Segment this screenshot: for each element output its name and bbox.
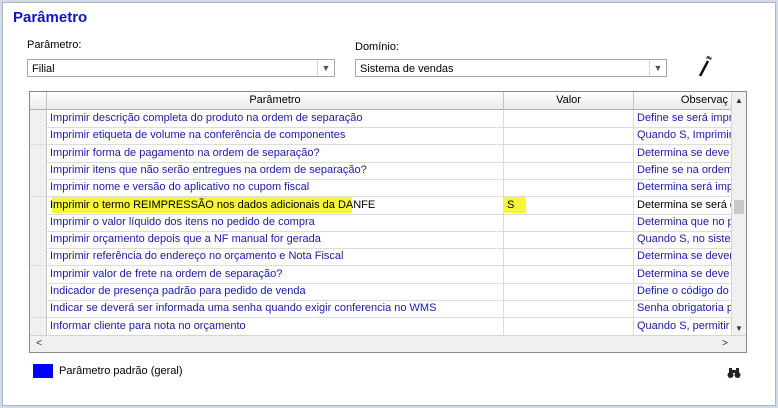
scroll-right-icon[interactable]: > [718,336,732,352]
table-row[interactable]: Imprimir o termo REIMPRESSÃO nos dados a… [30,196,732,215]
table-row[interactable]: Imprimir itens que não serão entregues n… [30,161,732,180]
parametro-select-value: Filial [32,63,55,75]
row-indicator[interactable] [30,144,47,162]
row-indicator[interactable] [30,317,47,335]
row-indicator[interactable] [30,179,47,197]
row-indicator[interactable] [30,265,47,283]
row-indicator-header [30,92,47,109]
parameter-grid[interactable]: Parâmetro Valor Observaç Imprimir descri… [29,91,747,353]
table-row[interactable]: Imprimir referência do endereço no orçam… [30,248,732,267]
legend-color-swatch [33,364,53,378]
cell-parametro[interactable]: Indicar se deverá ser informada uma senh… [47,300,504,318]
vertical-scrollbar[interactable]: ▲ ▼ [731,92,746,336]
table-row[interactable]: Imprimir nome e versão do aplicativo no … [30,179,732,198]
header-observacao[interactable]: Observaç [634,92,732,109]
row-indicator[interactable] [30,213,47,231]
parametro-select[interactable]: Filial ▼ [27,59,335,77]
cell-observacao[interactable]: Determina se deve ser [634,144,732,162]
dominio-select-value: Sistema de vendas [360,63,454,75]
row-indicator[interactable] [30,300,47,318]
table-row[interactable]: Imprimir o valor líquido dos itens no pe… [30,213,732,232]
cell-parametro[interactable]: Informar cliente para nota no orçamento [47,317,504,335]
cell-parametro[interactable]: Imprimir itens que não serão entregues n… [47,161,504,179]
row-indicator[interactable] [30,283,47,300]
chevron-down-icon[interactable]: ▼ [317,60,334,76]
cell-valor[interactable] [504,317,634,335]
cell-observacao[interactable]: Determina se deverá se [634,248,732,266]
table-row[interactable]: Informar cliente para nota no orçamento Q… [30,317,732,336]
table-row[interactable]: Imprimir descrição completa do produto n… [30,110,732,128]
cell-valor[interactable]: S [504,196,634,214]
cell-valor[interactable] [504,265,634,283]
scroll-down-icon[interactable]: ▼ [732,322,746,336]
table-row[interactable]: Imprimir forma de pagamento na ordem de … [30,144,732,163]
cell-parametro[interactable]: Imprimir valor de frete na ordem de sepa… [47,265,504,283]
scroll-up-icon[interactable]: ▲ [732,94,746,108]
cell-parametro[interactable]: Imprimir forma de pagamento na ordem de … [47,144,504,162]
cell-observacao[interactable]: Determina será impress [634,179,732,197]
cell-parametro[interactable]: Indicador de presença padrão para pedido… [47,283,504,300]
cell-valor[interactable] [504,144,634,162]
scroll-thumb[interactable] [734,200,744,214]
row-indicator[interactable] [30,110,47,127]
cell-observacao[interactable]: Determina que no pedic [634,213,732,231]
cell-valor[interactable] [504,248,634,266]
row-indicator[interactable] [30,127,47,145]
cell-observacao[interactable]: Define se na ordem de [634,161,732,179]
cell-observacao[interactable]: Senha obrigatoria para [634,300,732,318]
cell-valor[interactable] [504,213,634,231]
cell-observacao[interactable]: Quando S, permitir info [634,317,732,335]
horizontal-scrollbar[interactable]: < > [30,335,746,352]
cell-observacao[interactable]: Quando S, no sistema [634,231,732,249]
window-frame: Parâmetro Parâmetro: Filial ▼ Domínio: S… [2,2,776,406]
table-row[interactable]: Indicador de presença padrão para pedido… [30,283,732,301]
scroll-left-icon[interactable]: < [32,336,46,352]
header-valor[interactable]: Valor [504,92,634,109]
page-title: Parâmetro [13,9,88,26]
row-indicator[interactable] [30,196,47,214]
row-indicator[interactable] [30,161,47,179]
table-row[interactable]: Imprimir etiqueta de volume na conferênc… [30,127,732,146]
cell-parametro[interactable]: Imprimir etiqueta de volume na conferênc… [47,127,504,145]
cell-valor[interactable] [504,110,634,127]
cell-parametro[interactable]: Imprimir descrição completa do produto n… [47,110,504,127]
cell-observacao[interactable]: Determina se será exib [634,196,732,214]
cell-observacao[interactable]: Determina se deve ser [634,265,732,283]
header-parametro[interactable]: Parâmetro [47,92,504,109]
cell-observacao[interactable]: Quando S, Imprimir etiq [634,127,732,145]
table-row[interactable]: Imprimir orçamento depois que a NF manua… [30,231,732,250]
cell-parametro[interactable]: Imprimir o termo REIMPRESSÃO nos dados a… [47,196,504,214]
grid-header: Parâmetro Valor Observaç [30,92,746,110]
cell-valor[interactable] [504,127,634,145]
cell-parametro[interactable]: Imprimir orçamento depois que a NF manua… [47,231,504,249]
cell-valor[interactable] [504,179,634,197]
cell-valor[interactable] [504,283,634,300]
cell-valor[interactable] [504,300,634,318]
table-row[interactable]: Imprimir valor de frete na ordem de sepa… [30,265,732,284]
cell-parametro[interactable]: Imprimir o valor líquido dos itens no pe… [47,213,504,231]
dominio-label: Domínio: [355,41,400,53]
magic-wand-icon[interactable] [697,55,713,77]
cell-valor[interactable] [504,231,634,249]
row-indicator[interactable] [30,231,47,249]
cell-observacao[interactable]: Define se será impress [634,110,732,127]
binoculars-icon[interactable] [727,367,741,379]
parametro-label: Parâmetro: [27,39,82,51]
cell-parametro[interactable]: Imprimir referência do endereço no orçam… [47,248,504,266]
cell-observacao[interactable]: Define o código do indi [634,283,732,300]
cell-parametro[interactable]: Imprimir nome e versão do aplicativo no … [47,179,504,197]
chevron-down-icon[interactable]: ▼ [649,60,666,76]
dominio-select[interactable]: Sistema de vendas ▼ [355,59,667,77]
cell-valor[interactable] [504,161,634,179]
row-indicator[interactable] [30,248,47,266]
table-row[interactable]: Indicar se deverá ser informada uma senh… [30,300,732,319]
legend-label: Parâmetro padrão (geral) [59,365,183,377]
